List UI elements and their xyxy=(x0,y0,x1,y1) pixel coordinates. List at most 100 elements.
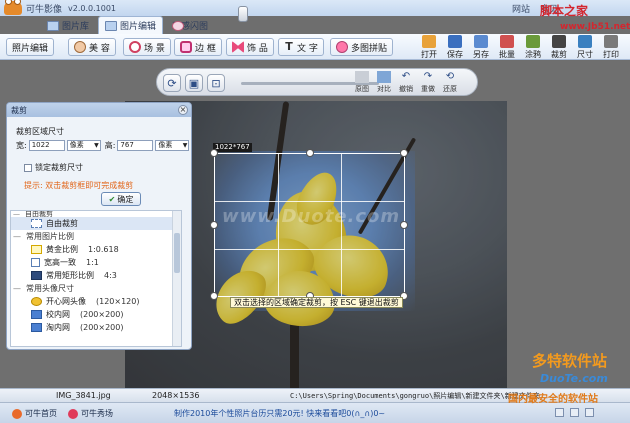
undo-button[interactable]: ↶ 撤销 xyxy=(395,71,417,94)
brand-watermark-jb51: 脚本之家 xyxy=(540,4,589,18)
height-label: 高: xyxy=(104,141,116,150)
golden-ratio-icon xyxy=(31,245,42,254)
list-scrollbar[interactable] xyxy=(172,211,181,346)
beauty-button[interactable]: 美 容 xyxy=(68,38,116,56)
crop-button[interactable]: 裁剪 xyxy=(548,35,570,60)
view-toolbar: ⟳ ▣ ⊡ 原图 对比 ↶ 撤销 ↷ 重做 ⟲ 还原 xyxy=(156,68,478,96)
collage-button[interactable]: 多图拼贴 xyxy=(330,38,394,56)
preset-taonei[interactable]: 淘内网 (200×200) xyxy=(11,321,181,334)
crop-grid-line xyxy=(215,201,404,202)
rotate-icon: ⟳ xyxy=(167,76,177,90)
tool-label: 重做 xyxy=(421,85,435,93)
rotate-button[interactable]: ⟳ xyxy=(163,74,181,92)
status-dimensions: 2048×1536 xyxy=(152,391,200,400)
preset-label: 校内网 xyxy=(46,310,70,319)
preset-label: 黄金比例 xyxy=(46,245,78,254)
preset-label: 淘内网 xyxy=(46,323,70,332)
width-input[interactable]: 1022 xyxy=(28,140,65,151)
title-bar: 可牛影像 v2.0.0.1001 网站 意见 xyxy=(0,0,630,16)
save-button[interactable]: 保存 xyxy=(444,35,466,60)
text-button[interactable]: T 文 字 xyxy=(278,38,324,56)
resize-button[interactable]: 尺寸 xyxy=(574,35,596,60)
preset-xiaonei[interactable]: 校内网 (200×200) xyxy=(11,308,181,321)
crop-handle-top[interactable] xyxy=(306,149,314,157)
print-button[interactable]: 打印 xyxy=(600,35,622,60)
border-icon xyxy=(180,41,192,53)
print-icon xyxy=(604,35,618,48)
crop-handle-bottom-left[interactable] xyxy=(210,292,218,300)
redo-button[interactable]: ↷ 重做 xyxy=(417,71,439,94)
face-icon xyxy=(74,41,86,53)
preset-golden-ratio[interactable]: 黄金比例 1:0.618 xyxy=(11,243,181,256)
monitor-icon: ▣ xyxy=(188,76,200,90)
crop-handle-top-right[interactable] xyxy=(400,149,408,157)
preset-kaixin[interactable]: 开心网头像 (120×120) xyxy=(11,295,181,308)
batch-button[interactable]: 批量 xyxy=(496,35,518,60)
open-button[interactable]: 打开 xyxy=(418,35,440,60)
restore-button[interactable]: ⟲ 还原 xyxy=(439,71,461,94)
website-link[interactable]: 网站 xyxy=(512,2,530,15)
width-label: 宽: xyxy=(16,141,27,150)
compare-icon xyxy=(377,71,391,83)
brand-duote-url: DuoTe.com xyxy=(540,372,608,385)
home-link[interactable]: 可牛首页 xyxy=(12,408,57,419)
photo-edit-button[interactable]: 照片编辑 xyxy=(6,38,514,423)
free-crop-icon xyxy=(31,219,42,228)
save-as-button[interactable]: 另存 xyxy=(470,35,492,60)
help-icon[interactable] xyxy=(585,408,594,417)
settings-icon[interactable] xyxy=(570,408,579,417)
height-unit-select[interactable]: 像素 xyxy=(155,140,190,151)
preset-label: 宽高一致 xyxy=(44,258,76,267)
brand-url-jb51: www.Jb51.net xyxy=(560,22,630,32)
heart-icon xyxy=(68,408,78,419)
tool-label: 原图 xyxy=(355,85,369,93)
preset-rect-4-3[interactable]: 常用矩形比例 4:3 xyxy=(11,269,181,282)
crop-handle-right[interactable] xyxy=(400,221,408,229)
edit-image-icon xyxy=(105,20,118,31)
tab-label: 图片编辑 xyxy=(120,22,157,32)
crop-panel-title: 裁剪 xyxy=(11,105,27,115)
width-unit-select[interactable]: 像素 xyxy=(66,140,101,151)
button-label: 边 框 xyxy=(195,43,216,54)
preset-free-crop[interactable]: 自由裁剪 xyxy=(11,217,181,230)
scene-button[interactable]: 场 景 xyxy=(123,38,171,56)
open-icon xyxy=(422,35,436,48)
fit-screen-button[interactable]: ▣ xyxy=(185,74,203,92)
crop-grid-line xyxy=(278,154,279,296)
height-input[interactable]: 767 xyxy=(117,140,154,151)
original-button[interactable]: 原图 xyxy=(351,71,373,94)
app-version: v2.0.0.1001 xyxy=(68,3,117,13)
doodle-button[interactable]: 涂鸦 xyxy=(522,35,544,60)
batch-icon xyxy=(500,35,514,48)
tool-label: 撤销 xyxy=(399,85,413,93)
tab-flash-image[interactable]: 动感闪图 xyxy=(165,16,215,34)
crop-handle-top-left[interactable] xyxy=(210,149,218,157)
list-scroll-thumb[interactable] xyxy=(174,233,180,273)
border-button[interactable]: 边 框 xyxy=(174,38,222,56)
crop-handle-left[interactable] xyxy=(210,221,218,229)
actual-size-button[interactable]: ⊡ xyxy=(207,74,225,92)
button-label: 批量 xyxy=(499,50,515,59)
screen-icon xyxy=(31,271,42,280)
tab-image-library[interactable]: 图片库 xyxy=(40,16,96,34)
crop-rectangle[interactable] xyxy=(210,149,408,300)
promo-link[interactable]: 制作2010年个性照片台历只需20元! 快来看看吧0(∩_∩)0~ xyxy=(174,408,385,419)
preset-square[interactable]: 宽高一致 1:1 xyxy=(11,256,181,269)
compare-button[interactable]: 对比 xyxy=(373,71,395,94)
button-label: 尺寸 xyxy=(577,50,593,59)
check-icon: ✔ xyxy=(108,194,116,204)
tool-label: 还原 xyxy=(443,85,457,93)
confirm-button[interactable]: ✔ 确定 xyxy=(101,192,141,206)
status-path: C:\Users\Spring\Documents\gongruo\照片编辑\新… xyxy=(290,392,540,400)
show-link[interactable]: 可牛秀场 xyxy=(68,408,113,419)
zoom-slider-knob[interactable] xyxy=(238,6,248,22)
button-label: 照片编辑 xyxy=(12,43,49,54)
decoration-button[interactable]: 饰 品 xyxy=(226,38,274,56)
lock-size-option[interactable]: 锁定裁剪尺寸 xyxy=(24,162,83,173)
close-icon[interactable]: × xyxy=(178,105,188,115)
lock-size-checkbox[interactable] xyxy=(24,163,32,172)
preset-ratio: 4:3 xyxy=(104,271,117,280)
tab-image-edit[interactable]: 图片编辑 xyxy=(98,16,164,34)
preset-ratio: (120×120) xyxy=(96,297,140,306)
skin-icon[interactable] xyxy=(555,408,564,417)
